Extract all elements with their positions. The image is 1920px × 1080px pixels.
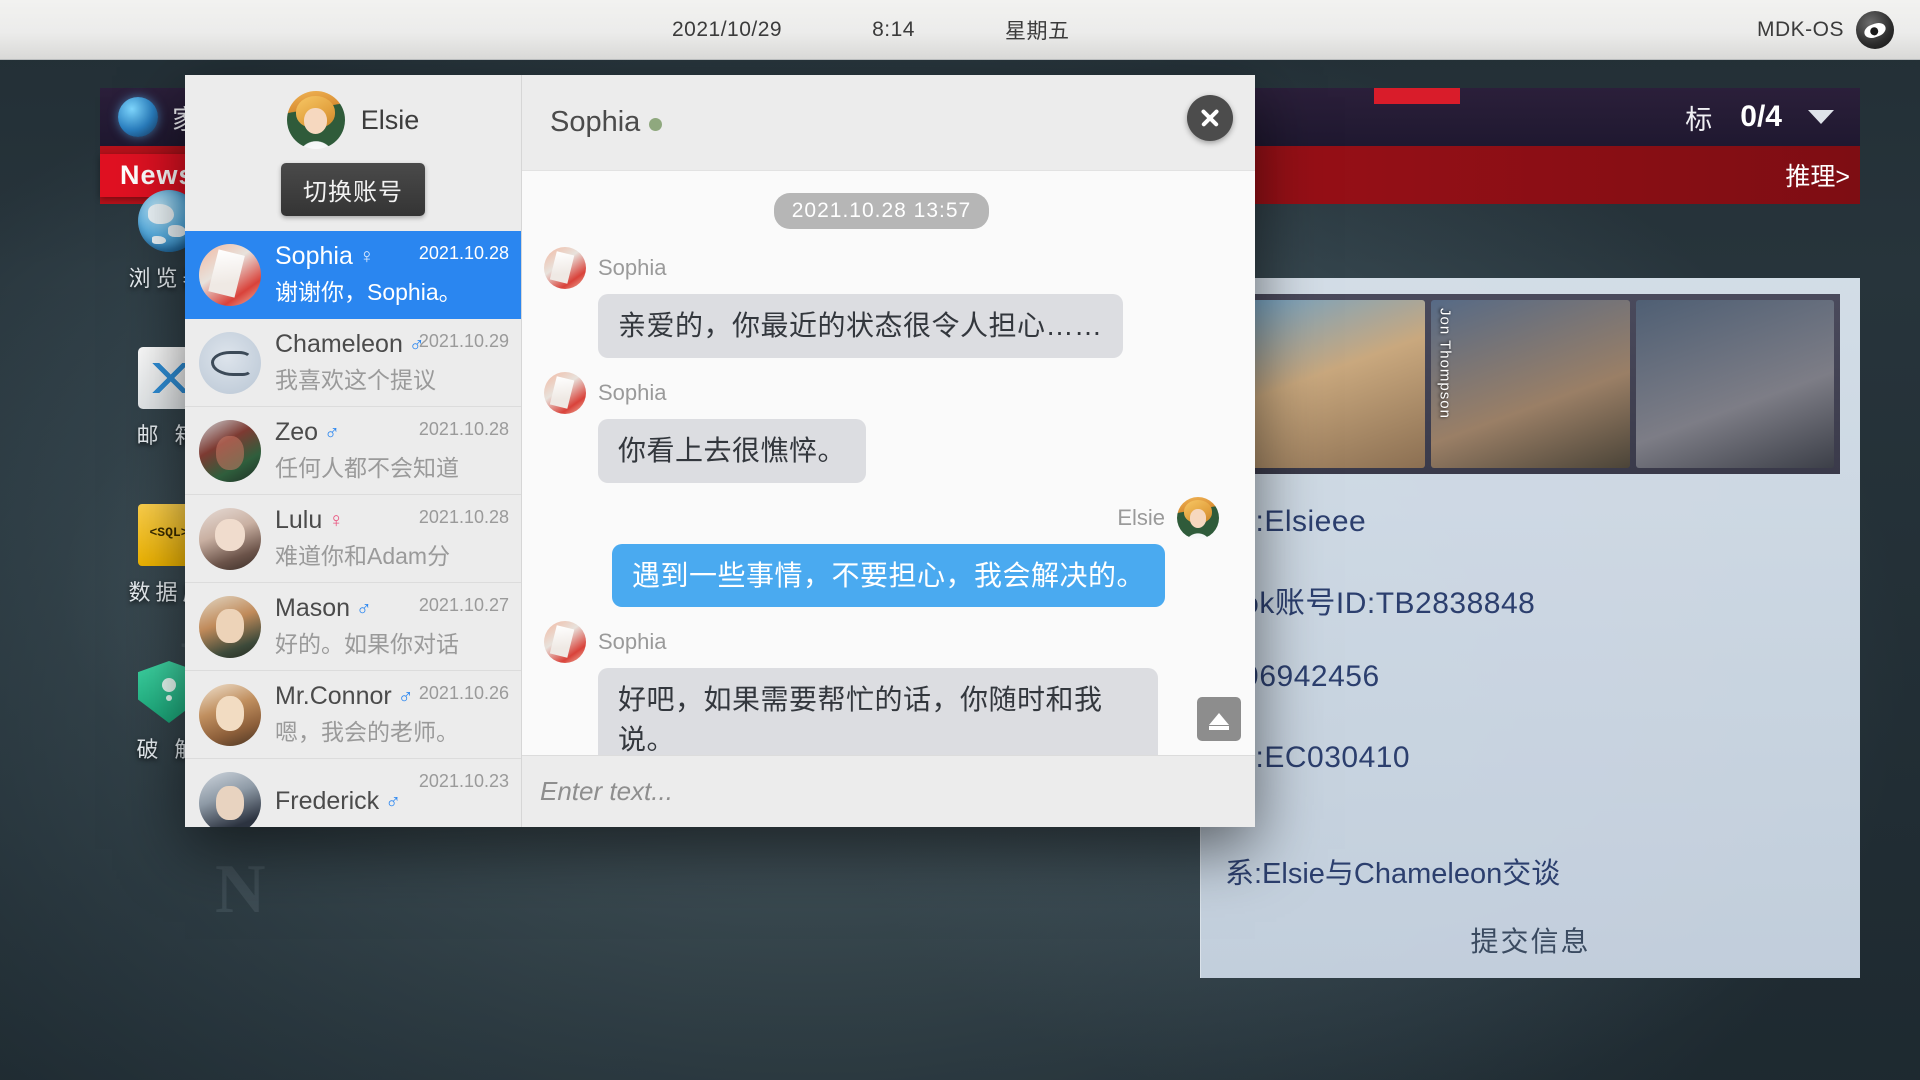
contact-date: 2021.10.29 [418, 331, 509, 351]
os-name: MDK-OS [1757, 18, 1844, 41]
system-topbar: 2021/10/29 8:14 星期五 MDK-OS [0, 0, 1920, 60]
switch-account-button[interactable]: 切换账号 [281, 163, 425, 216]
contact-date: 2021.10.28 [418, 507, 509, 527]
contact-item-lulu[interactable]: Lulu ♀ 难道你和Adam分 2021.10.28 [185, 495, 521, 583]
contact-item-frederick[interactable]: Frederick ♂ 2021.10.23 [185, 759, 521, 827]
contact-name: Mason [275, 594, 351, 622]
message-sent: Elsie 遇到一些事情，不要担心，我会解决的。 [544, 496, 1219, 608]
game-logo-icon [118, 97, 158, 137]
portrait-card: Elsie Cameron [1227, 300, 1426, 468]
contact-item-chameleon[interactable]: Chameleon ♂ 我喜欢这个提议 2021.10.29 [185, 319, 521, 407]
profile-info-line: 996942456 [1225, 660, 1380, 693]
contact-date: 2021.10.23 [418, 771, 509, 791]
message-input-bar [522, 755, 1255, 827]
contact-preview: 我喜欢这个提议 [275, 367, 436, 393]
account-header: Elsie 切换账号 [185, 75, 521, 231]
game-subtitle: 标 [1685, 104, 1715, 135]
message-sender: Sophia [598, 255, 667, 280]
message-bubble: 你看上去很憔悴。 [598, 418, 867, 483]
contact-date: 2021.10.26 [418, 683, 509, 703]
gender-icon: ♂ [356, 596, 372, 620]
message-received: Sophia 亲爱的，你最近的状态很令人担心…… [544, 247, 1219, 358]
profile-panel: Elsie Cameron Jon Thompson 称:Elsieee ook… [1200, 278, 1860, 978]
system-weekday: 星期五 [1004, 19, 1070, 43]
profile-info-line: 码:EC030410 [1225, 741, 1411, 774]
close-icon[interactable] [1187, 95, 1233, 141]
chat-conversation-panel: Sophia 2021.10.28 13:57 Sophia 亲爱的，你最近的状态… [522, 75, 1255, 827]
contact-name: Frederick [275, 787, 380, 815]
contact-item-mr-connor[interactable]: Mr.Connor ♂ 嗯，我会的老师。 2021.10.26 [185, 671, 521, 759]
contact-avatar [199, 331, 261, 394]
contact-date: 2021.10.28 [418, 419, 509, 439]
contact-preview: 好的。如果你对话 [275, 631, 459, 657]
profile-relation-line: 系:Elsie与Chameleon交谈 [1225, 858, 1561, 890]
contact-preview: 嗯，我会的老师。 [275, 719, 459, 745]
profile-info-line: 称:Elsieee [1225, 505, 1367, 538]
system-date: 2021/10/29 [672, 17, 783, 41]
system-time: 8:14 [872, 17, 915, 41]
contact-avatar [199, 507, 261, 570]
news-category[interactable]: 推理> [1785, 157, 1850, 193]
portrait-card [1635, 300, 1834, 468]
contact-item-mason[interactable]: Mason ♂ 好的。如果你对话 2021.10.27 [185, 583, 521, 671]
message-avatar [544, 247, 586, 289]
message-timestamp: 2021.10.28 13:57 [773, 193, 990, 229]
message-avatar [544, 371, 586, 414]
message-bubble: 好吧，如果需要帮忙的话，你随时和我说。 [598, 668, 1158, 755]
contact-preview: 难道你和Adam分 [275, 543, 451, 569]
contact-name: Sophia [275, 242, 353, 270]
timestamp-row: 2021.10.28 13:57 [544, 193, 1219, 229]
contact-name: Mr.Connor [275, 682, 392, 710]
profile-info-line: ook账号ID:TB2838848 [1225, 587, 1536, 620]
contact-name: Chameleon [275, 330, 403, 358]
gender-icon: ♂ [397, 684, 414, 708]
online-status-icon [649, 118, 663, 131]
chat-sidebar: Elsie 切换账号 Sophia ♀ 谢谢你，Sophia。 2021.10.28 C… [185, 75, 522, 827]
contact-avatar [199, 771, 261, 827]
contact-name: Lulu [275, 506, 323, 534]
gender-icon: ♀ [328, 508, 345, 532]
contact-preview: 任何人都不会知道 [275, 455, 459, 481]
contact-date: 2021.10.27 [418, 595, 509, 615]
message-sender: Sophia [598, 379, 667, 405]
gender-icon: ♂ [385, 789, 401, 813]
conversation-contact-name: Sophia [550, 106, 641, 138]
submit-info-button[interactable]: 提交信息 [1201, 920, 1860, 960]
gender-icon: ♀ [358, 244, 375, 268]
contact-date: 2021.10.28 [418, 243, 509, 263]
contact-item-zeo[interactable]: Zeo ♂ 任何人都不会知道 2021.10.28 [185, 407, 521, 495]
account-name: Elsie [360, 104, 420, 135]
contact-avatar [199, 419, 261, 482]
contact-list[interactable]: Sophia ♀ 谢谢你，Sophia。 2021.10.28 Chameleon ♂ 我喜… [185, 231, 521, 827]
contact-preview: 谢谢你，Sophia。 [275, 279, 462, 305]
portrait-card: Jon Thompson [1431, 300, 1630, 468]
message-bubble: 亲爱的，你最近的状态很令人担心…… [598, 294, 1123, 358]
contact-item-sophia[interactable]: Sophia ♀ 谢谢你，Sophia。 2021.10.28 [185, 231, 521, 319]
objective-counter: 0/4 [1740, 100, 1782, 133]
portrait-name: Jon Thompson [1436, 308, 1454, 419]
conversation-header: Sophia [522, 75, 1255, 171]
chat-dialog: Elsie 切换账号 Sophia ♀ 谢谢你，Sophia。 2021.10.28 C… [185, 75, 1255, 827]
message-received: Sophia 你看上去很憔悴。 [544, 371, 1219, 483]
contact-avatar [199, 683, 261, 746]
message-avatar [1177, 496, 1219, 539]
contact-name: Zeo [275, 418, 319, 446]
message-avatar [544, 621, 586, 664]
account-avatar[interactable] [286, 91, 345, 149]
message-input[interactable] [540, 766, 1237, 817]
profile-info-list: 称:Elsieee ook账号ID:TB2838848 996942456 码:… [1225, 496, 1840, 776]
contact-avatar [199, 595, 261, 658]
contact-avatar [199, 243, 261, 306]
message-sender: Sophia [598, 629, 667, 655]
message-received: Sophia 好吧，如果需要帮忙的话，你随时和我说。 [544, 621, 1219, 755]
scroll-to-top-icon[interactable] [1197, 697, 1241, 741]
message-sender: Elsie [1117, 504, 1165, 530]
gender-icon: ♂ [324, 420, 340, 444]
portrait-strip: Elsie Cameron Jon Thompson [1221, 294, 1840, 474]
message-scroll-area[interactable]: 2021.10.28 13:57 Sophia 亲爱的，你最近的状态很令人担心……… [522, 171, 1255, 755]
message-bubble: 遇到一些事情，不要担心，我会解决的。 [611, 543, 1165, 608]
game-red-tab [1374, 88, 1460, 104]
eye-logo-icon[interactable] [1856, 11, 1894, 49]
chevron-down-icon[interactable] [1808, 110, 1834, 124]
